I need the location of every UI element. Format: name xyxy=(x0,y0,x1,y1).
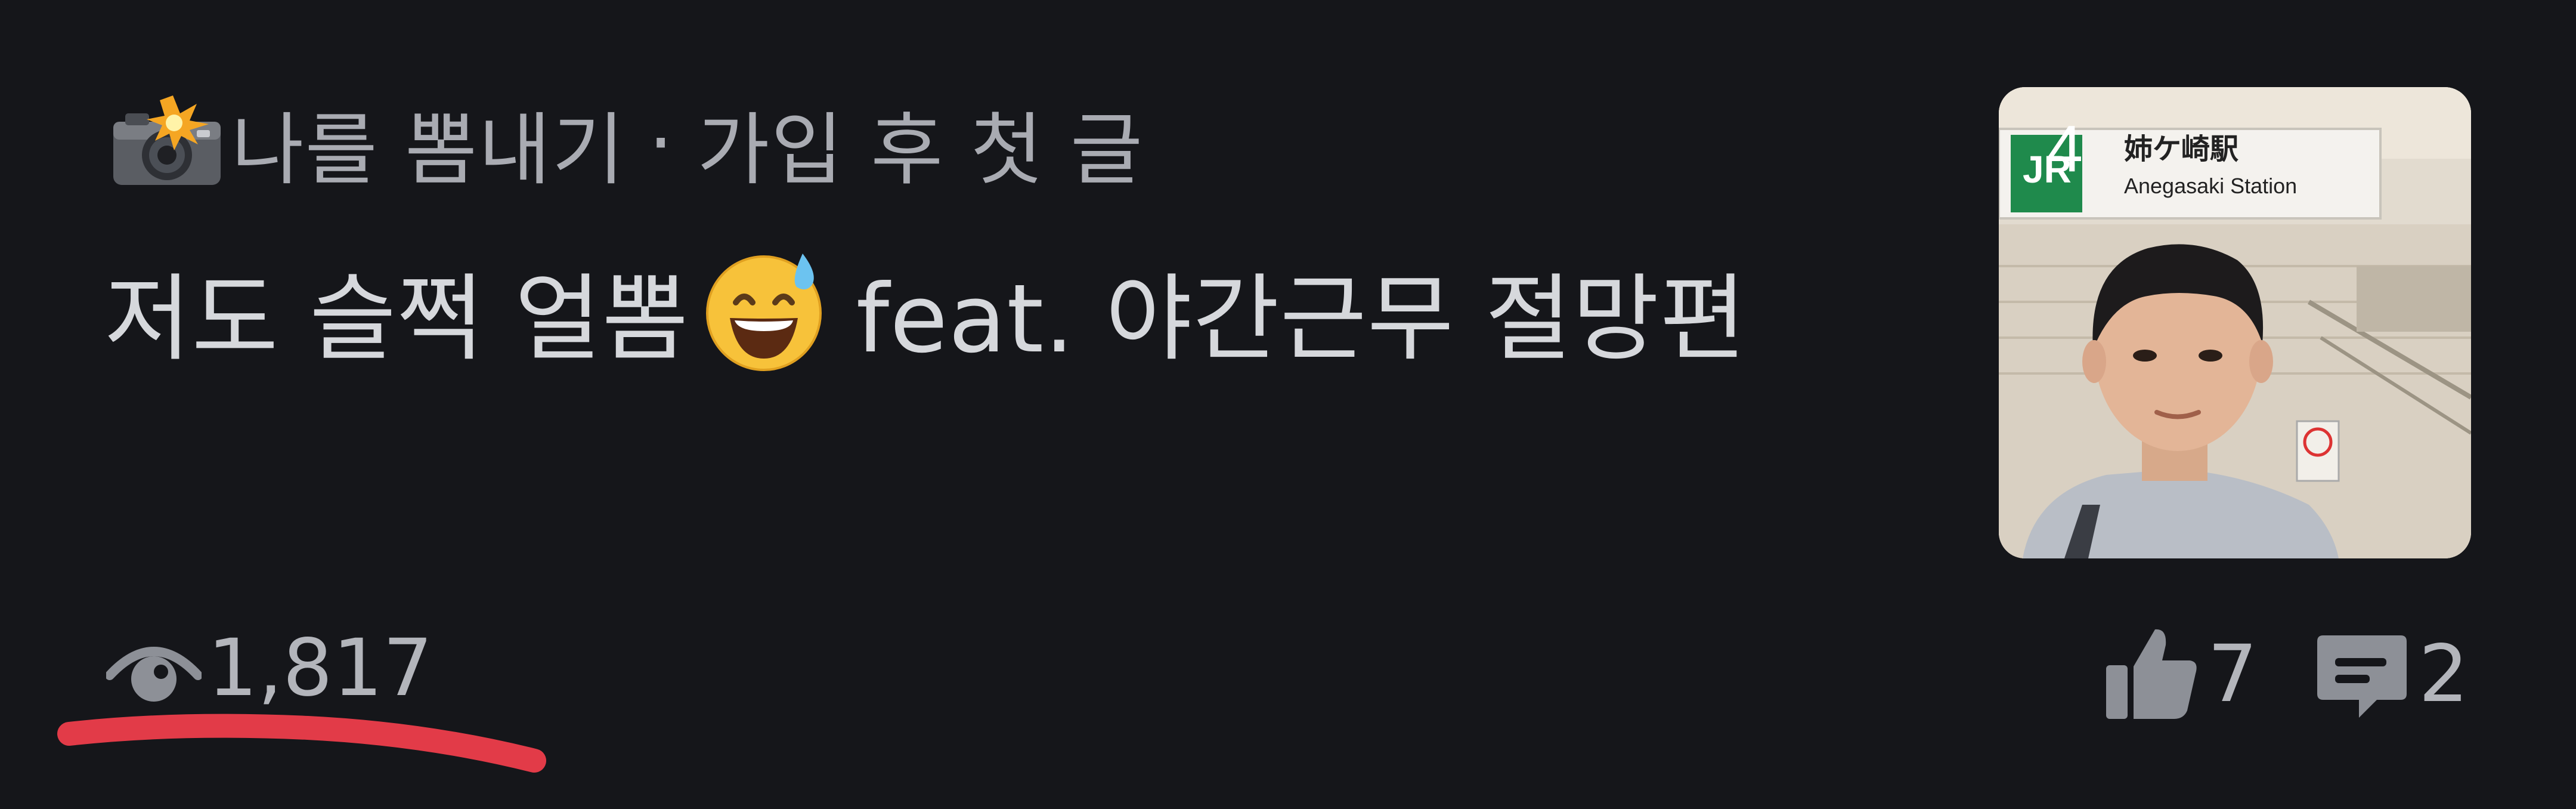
post-thumbnail[interactable]: JR 姉ケ崎駅 Anegasaki Station 4 xyxy=(1999,87,2471,558)
annotation-underline xyxy=(57,704,552,782)
post-tag: 가입 후 첫 글 xyxy=(697,104,1144,196)
post-title[interactable]: 저도 슬쩍 얼뽐 feat. 야간근무 절망편 xyxy=(104,248,1747,374)
post-stats: 7 2 xyxy=(2100,620,2469,728)
view-count-value: 1,817 xyxy=(208,622,433,714)
station-sign-subtext: Anegasaki Station xyxy=(2124,174,2297,198)
like-stat[interactable]: 7 xyxy=(2100,623,2258,725)
post-title-part1: 저도 슬쩍 얼뽐 xyxy=(104,264,689,374)
post-card[interactable]: 나를 뽐내기 · 가입 후 첫 글 저도 슬쩍 얼뽐 feat. 야간근무 절망… xyxy=(0,0,2576,809)
station-sign-text: 姉ケ崎駅 xyxy=(2124,132,2238,166)
image-count-badge: 4 xyxy=(2046,112,2083,186)
comment-stat[interactable]: 2 xyxy=(2311,623,2469,725)
post-title-part2: feat. 야간근무 절망편 xyxy=(856,264,1747,374)
camera-flash-icon xyxy=(107,95,227,191)
eye-icon xyxy=(105,632,203,704)
thumbs-up-icon xyxy=(2100,623,2202,725)
grinning-sweat-emoji xyxy=(701,248,826,373)
category-label[interactable]: 나를 뽐내기 xyxy=(231,87,626,200)
like-count: 7 xyxy=(2207,628,2258,720)
comment-count: 2 xyxy=(2419,628,2469,720)
post-meta-row: 나를 뽐내기 · 가입 후 첫 글 xyxy=(107,95,1144,196)
meta-separator: · xyxy=(648,97,675,189)
comment-icon xyxy=(2311,623,2413,725)
